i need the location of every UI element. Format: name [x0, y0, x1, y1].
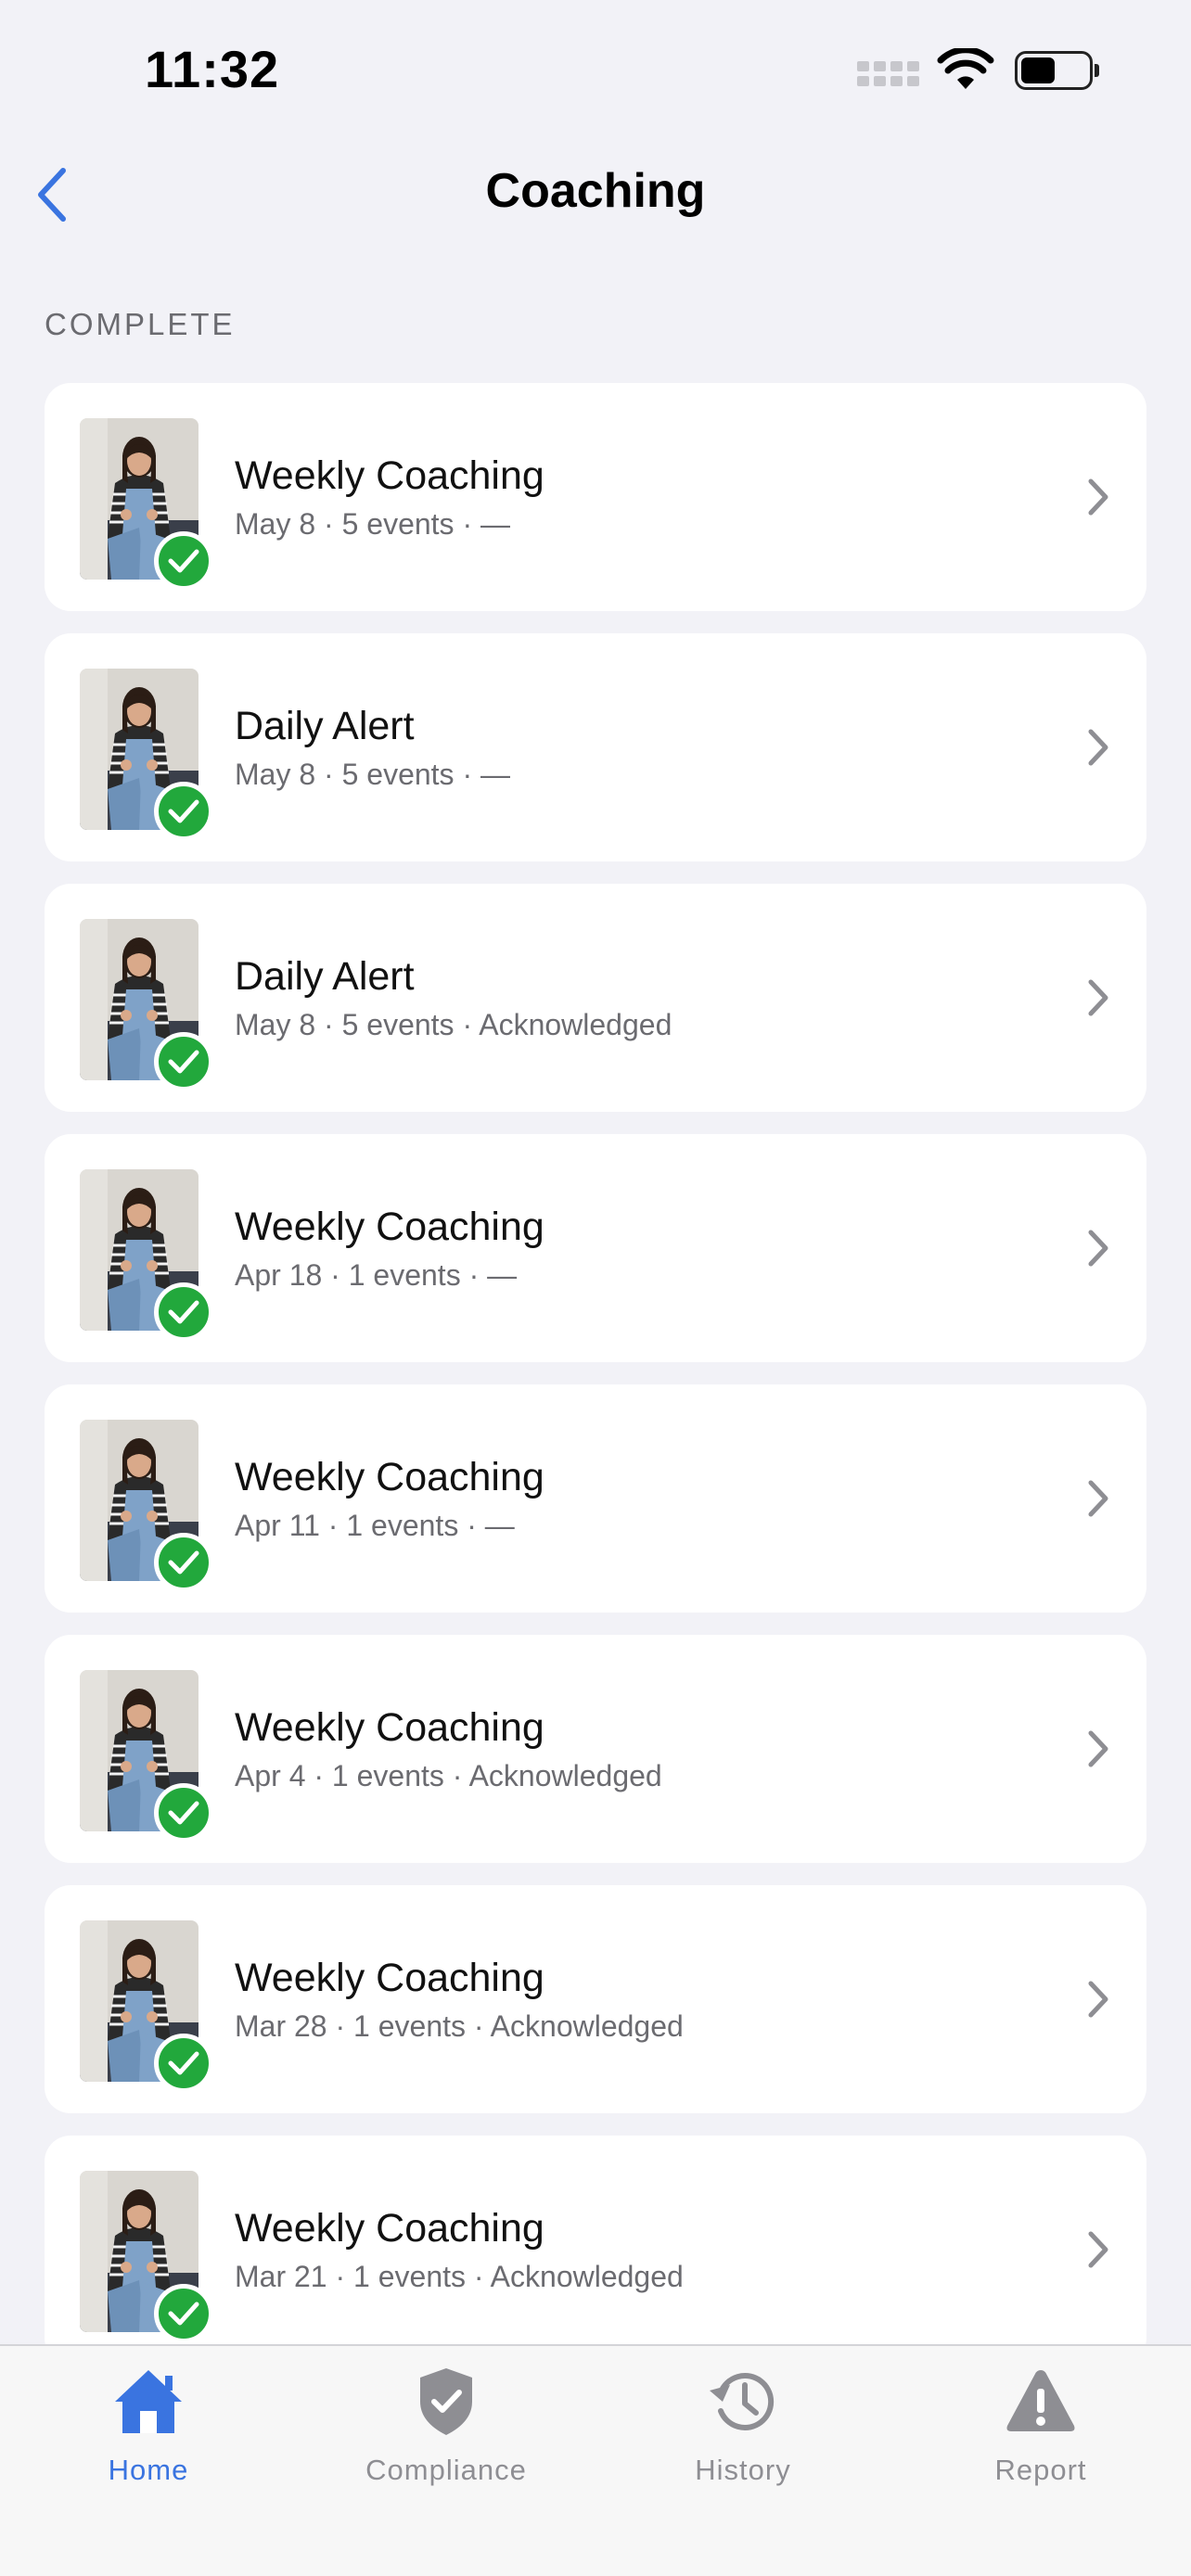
completed-check-icon [154, 1533, 213, 1592]
tab-report[interactable]: Report [929, 2365, 1152, 2494]
item-subtitle: Mar 21 · 1 events · Acknowledged [235, 2260, 684, 2293]
item-subtitle: May 8 · 5 events · Acknowledged [235, 1008, 672, 1041]
chevron-right-icon [1088, 478, 1108, 516]
item-subtitle: Apr 11 · 1 events · — [235, 1509, 515, 1542]
chevron-right-icon [1088, 1981, 1108, 2018]
shield-check-icon [420, 2368, 472, 2435]
completed-check-icon [154, 782, 213, 841]
completed-check-icon [154, 2034, 213, 2093]
chevron-right-icon [1088, 979, 1108, 1016]
status-time: 11:32 [145, 40, 280, 98]
item-title: Weekly Coaching [235, 2206, 544, 2251]
chevron-right-icon [1088, 1480, 1108, 1517]
list-item[interactable]: Weekly Coaching Apr 18 · 1 events · — [45, 1134, 1146, 1362]
completed-check-icon [154, 531, 213, 591]
item-subtitle: Apr 4 · 1 events · Acknowledged [235, 1759, 662, 1792]
item-title: Weekly Coaching [235, 1705, 544, 1750]
tab-compliance[interactable]: Compliance [335, 2365, 557, 2494]
item-subtitle: Mar 28 · 1 events · Acknowledged [235, 2009, 684, 2043]
cellular-signal-icon [857, 61, 920, 91]
navigation-bar: Coaching [0, 139, 1191, 250]
chevron-right-icon [1088, 1230, 1108, 1267]
warning-icon [1006, 2370, 1075, 2431]
completed-check-icon [154, 1282, 213, 1342]
item-title: Weekly Coaching [235, 1956, 544, 2000]
chevron-right-icon [1088, 729, 1108, 766]
list-item[interactable]: Weekly Coaching Apr 11 · 1 events · — [45, 1384, 1146, 1613]
completed-check-icon [154, 2284, 213, 2343]
history-icon [710, 2373, 775, 2430]
tab-home[interactable]: Home [37, 2365, 260, 2494]
completed-check-icon [154, 1032, 213, 1091]
list-item[interactable]: Weekly Coaching May 8 · 5 events · — [45, 383, 1146, 611]
tab-bar: Home Compliance History Report [0, 2344, 1191, 2576]
item-title: Weekly Coaching [235, 1205, 544, 1249]
list-item[interactable]: Weekly Coaching Apr 4 · 1 events · Ackno… [45, 1635, 1146, 1863]
tab-history[interactable]: History [632, 2365, 854, 2494]
home-icon [115, 2370, 182, 2433]
section-header: COMPLETE [45, 307, 236, 341]
item-title: Daily Alert [235, 704, 415, 748]
chevron-right-icon [1088, 1730, 1108, 1767]
item-title: Daily Alert [235, 954, 415, 999]
list-item[interactable]: Weekly Coaching Mar 28 · 1 events · Ackn… [45, 1885, 1146, 2113]
chevron-right-icon [1088, 2231, 1108, 2268]
tab-label: Report [994, 2454, 1087, 2486]
page-title: Coaching [485, 164, 706, 218]
battery-icon [1015, 51, 1100, 90]
item-subtitle: Apr 18 · 1 events · — [235, 1258, 518, 1292]
tab-label: Home [108, 2454, 189, 2486]
tab-label: Compliance [365, 2454, 527, 2486]
list-item[interactable]: Weekly Coaching Mar 21 · 1 events · Ackn… [45, 2136, 1146, 2364]
item-title: Weekly Coaching [235, 1455, 544, 1499]
item-title: Weekly Coaching [235, 453, 544, 498]
item-subtitle: May 8 · 5 events · — [235, 758, 510, 791]
tab-label: History [695, 2454, 791, 2486]
item-subtitle: May 8 · 5 events · — [235, 507, 510, 541]
list-item[interactable]: Daily Alert May 8 · 5 events · — [45, 633, 1146, 861]
completed-check-icon [154, 1783, 213, 1843]
wifi-icon [937, 48, 994, 89]
status-bar: 11:32 [0, 0, 1191, 139]
list-item[interactable]: Daily Alert May 8 · 5 events · Acknowled… [45, 884, 1146, 1112]
